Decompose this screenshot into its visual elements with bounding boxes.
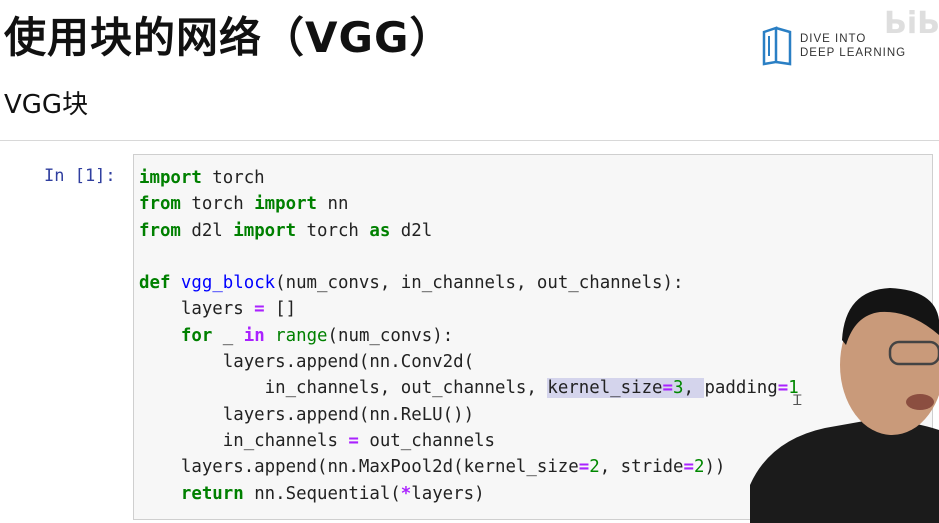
code-line: import torch xyxy=(139,168,265,188)
code-line: return nn.Sequential(*layers) xyxy=(180,483,485,504)
code-line: def vgg_block(num_convs, in_channels, ou… xyxy=(139,273,684,294)
code-line: layers.append(nn.ReLU()) xyxy=(139,404,475,425)
cell-prompt: In [1]: xyxy=(44,166,116,186)
code-line: for _ in range(num_convs): xyxy=(180,325,454,346)
code-line: layers.append(nn.MaxPool2d(kernel_size=2… xyxy=(139,457,726,478)
code-line: from d2l import torch as d2l xyxy=(139,220,433,241)
code-line: layers.append(nn.Conv2d( xyxy=(139,352,475,373)
logo-line-2: DEEP LEARNING xyxy=(800,47,907,59)
book-icon xyxy=(762,26,792,66)
divider xyxy=(0,140,939,141)
code-line: from torch import nn xyxy=(139,194,349,215)
code-line: layers = [] xyxy=(139,299,297,320)
slide-title: 使用块的网络（VGG） xyxy=(4,13,453,62)
presenter-webcam-overlay xyxy=(750,288,939,523)
section-subtitle: VGG块 xyxy=(4,90,89,120)
code-editor[interactable]: import torch from torch import nn from d2l… xyxy=(139,165,799,507)
code-line: in_channels, out_channels, kernel_size=3… xyxy=(139,378,799,399)
code-line: in_channels = out_channels xyxy=(139,430,496,451)
bilibili-watermark-icon: ЬiЬi xyxy=(884,6,939,41)
